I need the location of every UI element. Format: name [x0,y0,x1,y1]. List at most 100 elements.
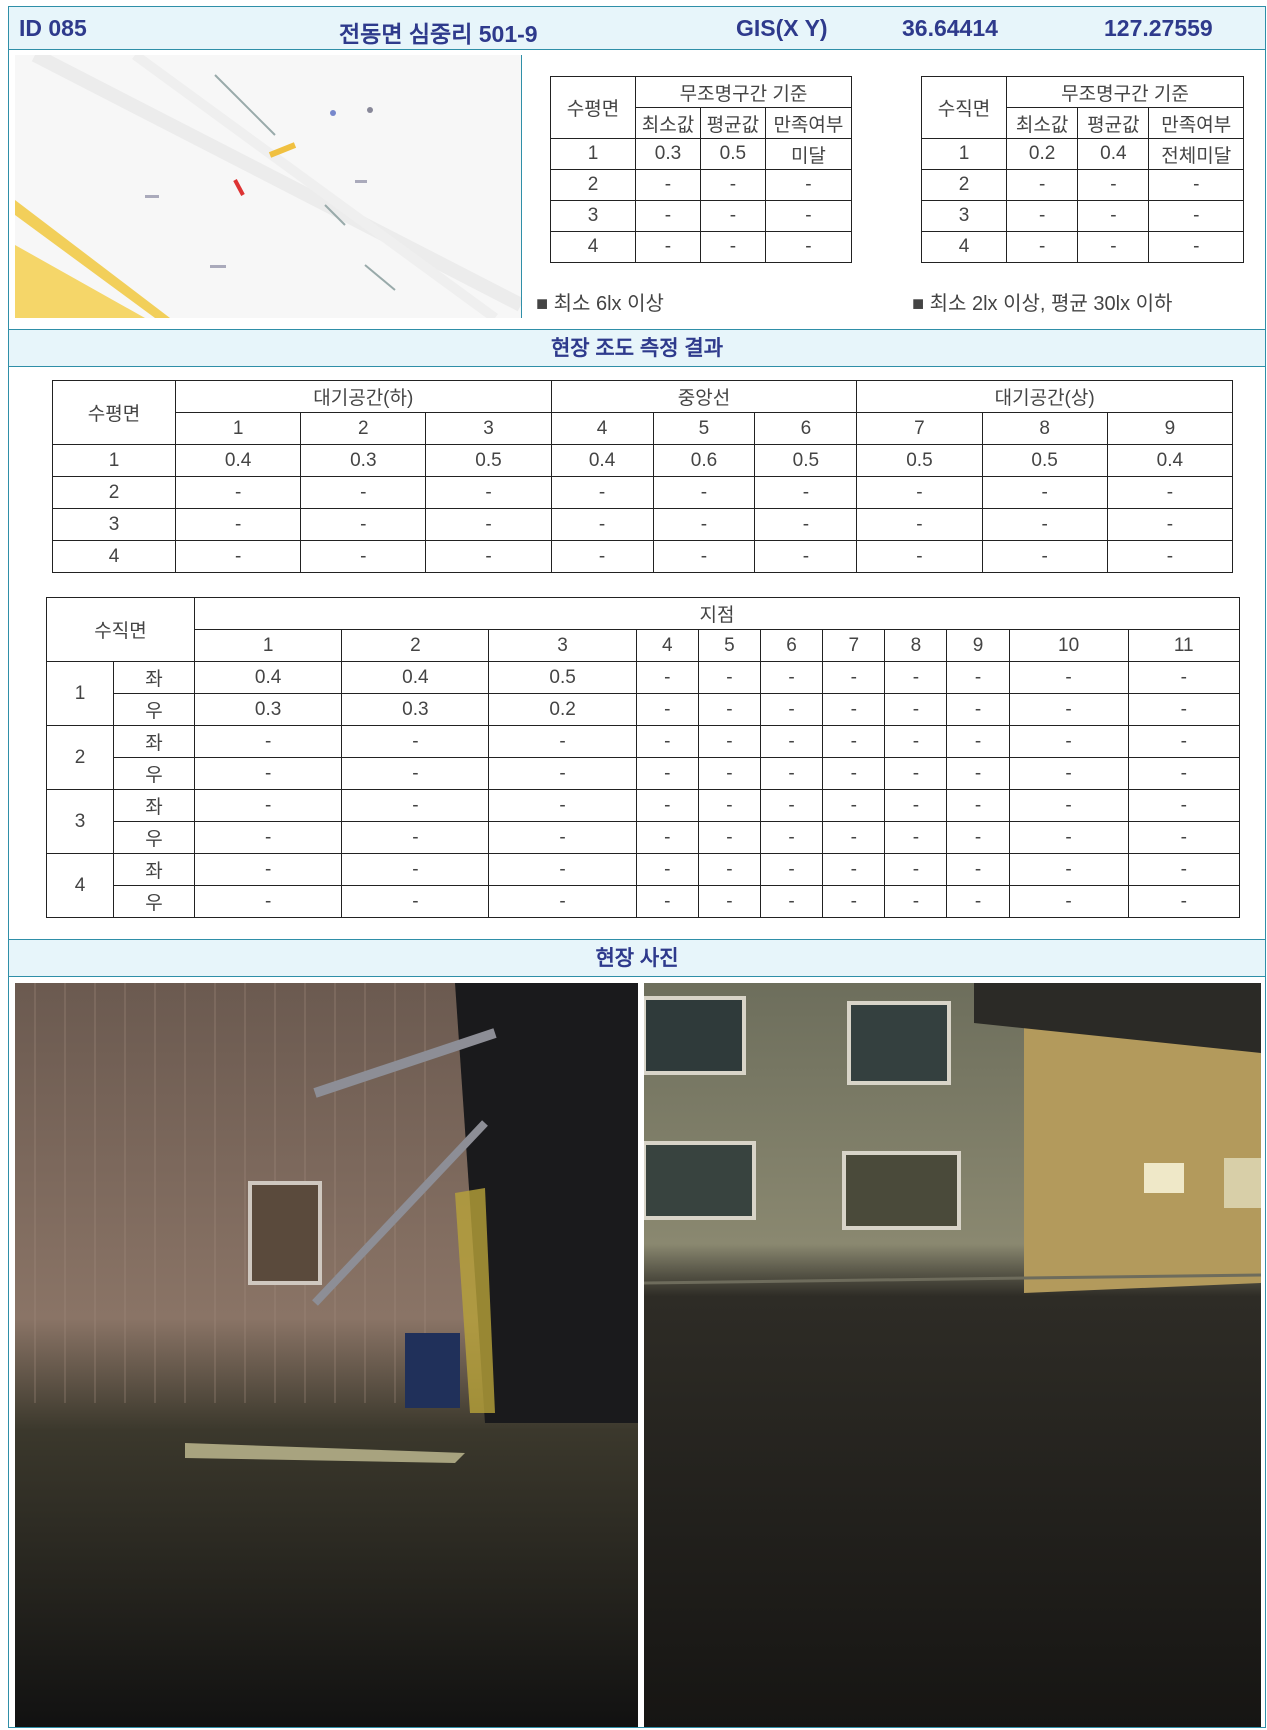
v-std-cell: - [1077,231,1150,263]
v-cell: - [697,725,762,758]
table-row: 우----------- [47,757,1241,790]
h-std-col: 만족여부 [764,107,853,139]
v-cell: - [193,757,343,790]
v-std-note: ■ 최소 2lx 이상, 평균 30lx 이하 [912,293,1173,315]
table-row: 1 0.4 0.3 0.5 0.4 0.6 0.5 0.5 0.5 0.4 [52,444,1234,477]
v-cell: - [946,757,1010,790]
v-cell: - [1127,757,1241,790]
h-std-cell: - [764,169,853,201]
h-cell: - [550,476,654,509]
v-cell: - [884,821,948,854]
h-std-cell: 3 [550,200,636,232]
v-cell: - [760,789,824,822]
v-cell: - [760,885,824,918]
h-point-header: 5 [652,412,756,445]
h-cell: - [754,540,858,573]
h-cell: - [300,540,427,573]
h-std-cell: - [764,200,853,232]
h-cell: 0.3 [300,444,427,477]
v-std-cell: - [1005,169,1079,201]
v-cell: - [1008,789,1129,822]
survey-sheet: ID 085 전동면 심중리 501-9 GIS(X Y) 36.64414 1… [8,6,1266,1728]
v-point-header: 10 [1008,629,1129,662]
v-cell: - [697,661,762,694]
h-cell: - [856,540,983,573]
v-cell: - [822,661,886,694]
v-measure-group: 지점 [194,597,1240,630]
v-cell: - [946,789,1010,822]
v-cell: 0.3 [341,693,490,726]
h-std-cell: - [699,231,766,263]
v-std-cell: 2 [921,169,1007,201]
v-point-header: 11 [1127,629,1241,662]
v-point-header: 9 [946,629,1010,662]
v-std-cell: 전체미달 [1148,138,1244,170]
v-cell: - [193,789,343,822]
gis-label: GIS(X Y) [736,15,828,41]
h-cell: - [425,508,552,541]
v-cell: - [488,821,637,854]
v-cell: - [193,853,343,886]
v-side-label: 좌 [113,661,195,694]
h-std-cell: 0.3 [635,138,701,170]
table-row: 우----------- [47,821,1241,854]
table-row: 2좌----------- [46,725,1241,790]
v-cell: - [341,757,490,790]
h-row-label: 4 [52,540,176,573]
h-cell: 0.5 [754,444,858,477]
v-cell: 0.4 [341,661,490,694]
v-cell: - [1127,661,1241,694]
table-row: 1 좌 0.4 0.4 0.5- - - - - - - - [46,661,1241,726]
v-cell: - [822,789,886,822]
h-std-group: 무조명구간 기준 [635,76,852,108]
v-std-cell: - [1148,200,1244,232]
v-side-label: 좌 [113,725,195,758]
v-std-corner: 수직면 [921,76,1007,139]
h-cell: - [754,476,858,509]
table-row: 4--------- [52,540,1234,573]
h-cell: 0.5 [981,444,1108,477]
h-cell: 0.4 [1106,444,1234,477]
v-point-header: 1 [193,629,343,662]
v-cell: - [946,693,1010,726]
h-cell: - [754,508,858,541]
v-cell: - [1008,853,1129,886]
v-cell: - [1008,821,1129,854]
v-cell: - [1008,661,1129,694]
v-cell: - [1127,821,1241,854]
h-std-cell: 0.5 [699,138,766,170]
v-side-label: 우 [113,757,195,790]
v-cell: - [884,885,948,918]
v-std-cell: - [1148,231,1244,263]
h-cell: - [300,476,427,509]
v-cell: - [341,725,490,758]
v-cell: - [1127,693,1241,726]
h-std-cell: 미달 [764,138,853,170]
v-side-label: 우 [113,693,195,726]
location-map [15,55,522,318]
v-cell: - [341,821,490,854]
h-point-header: 3 [425,412,552,445]
v-cell: - [1127,853,1241,886]
table-row: 2--------- [52,476,1234,509]
v-point-header: 8 [884,629,948,662]
h-cell: - [652,508,756,541]
v-std-cell: 0.4 [1077,138,1150,170]
table-row: 4좌----------- [46,853,1241,918]
h-point-header: 6 [754,412,858,445]
horizontal-standard-table: 수평면 무조명구간 기준 최소값 평균값 만족여부 1 0.3 0.5 미달 2---… [550,76,853,263]
v-point-header: 4 [635,629,699,662]
gis-y: 127.27559 [1104,15,1213,41]
v-std-cell: - [1077,200,1150,232]
h-cell: - [550,540,654,573]
v-cell: - [760,725,824,758]
v-cell: - [193,821,343,854]
h-std-cell: - [699,200,766,232]
h-row-label: 1 [52,444,176,477]
v-std-cell: 1 [921,138,1007,170]
h-cell: - [856,476,983,509]
v-std-cell: - [1148,169,1244,201]
v-cell: - [822,885,886,918]
h-group-lower: 대기공간(하) [175,380,552,413]
horizontal-measure-table: 수평면 대기공간(하) 중앙선 대기공간(상) 123456789 1 0.4 0.… [52,380,1234,573]
